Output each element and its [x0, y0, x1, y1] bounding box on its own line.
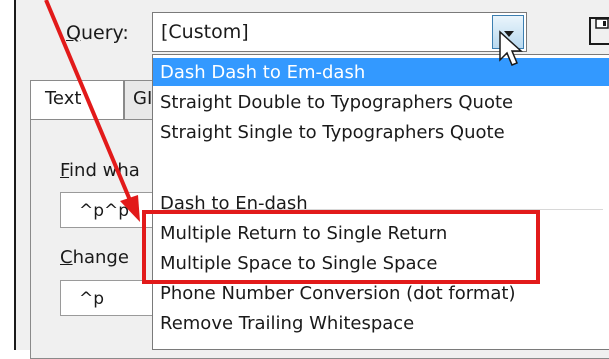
list-item[interactable]: Straight Single to Typographers Quote — [153, 118, 609, 146]
query-selected-value: [Custom] — [161, 21, 249, 43]
tab-grep-label: GI — [133, 88, 153, 109]
change-label-mnemonic: C — [60, 247, 73, 268]
find-what-value: ^p^p — [79, 201, 130, 221]
query-label-text: uery: — [80, 22, 129, 44]
change-to-label: Change — [60, 247, 129, 268]
save-icon[interactable] — [588, 16, 609, 46]
query-dropdown[interactable]: [Custom] — [152, 12, 527, 52]
query-label: Query: — [66, 22, 129, 44]
find-what-label: Find wha — [60, 160, 140, 181]
query-dropdown-list: Dash Dash to Em-dash Straight Double to … — [152, 54, 609, 350]
list-item[interactable]: Remove Trailing Whitespace — [153, 309, 609, 337]
change-to-value: ^p — [79, 289, 105, 309]
find-label-mnemonic: F — [60, 160, 70, 181]
change-label-text: hange — [72, 247, 129, 268]
annotation-highlight-box — [142, 210, 540, 284]
query-label-mnemonic: Q — [66, 22, 81, 44]
list-item[interactable]: Straight Double to Typographers Quote — [153, 88, 609, 116]
list-item[interactable]: Dash Dash to Em-dash — [153, 58, 609, 86]
tab-text[interactable]: Text — [30, 80, 124, 120]
change-to-field[interactable]: ^p — [60, 280, 160, 316]
tab-text-label: Text — [45, 88, 82, 109]
mouse-cursor-icon — [499, 30, 523, 66]
find-label-text: ind wha — [69, 160, 140, 181]
